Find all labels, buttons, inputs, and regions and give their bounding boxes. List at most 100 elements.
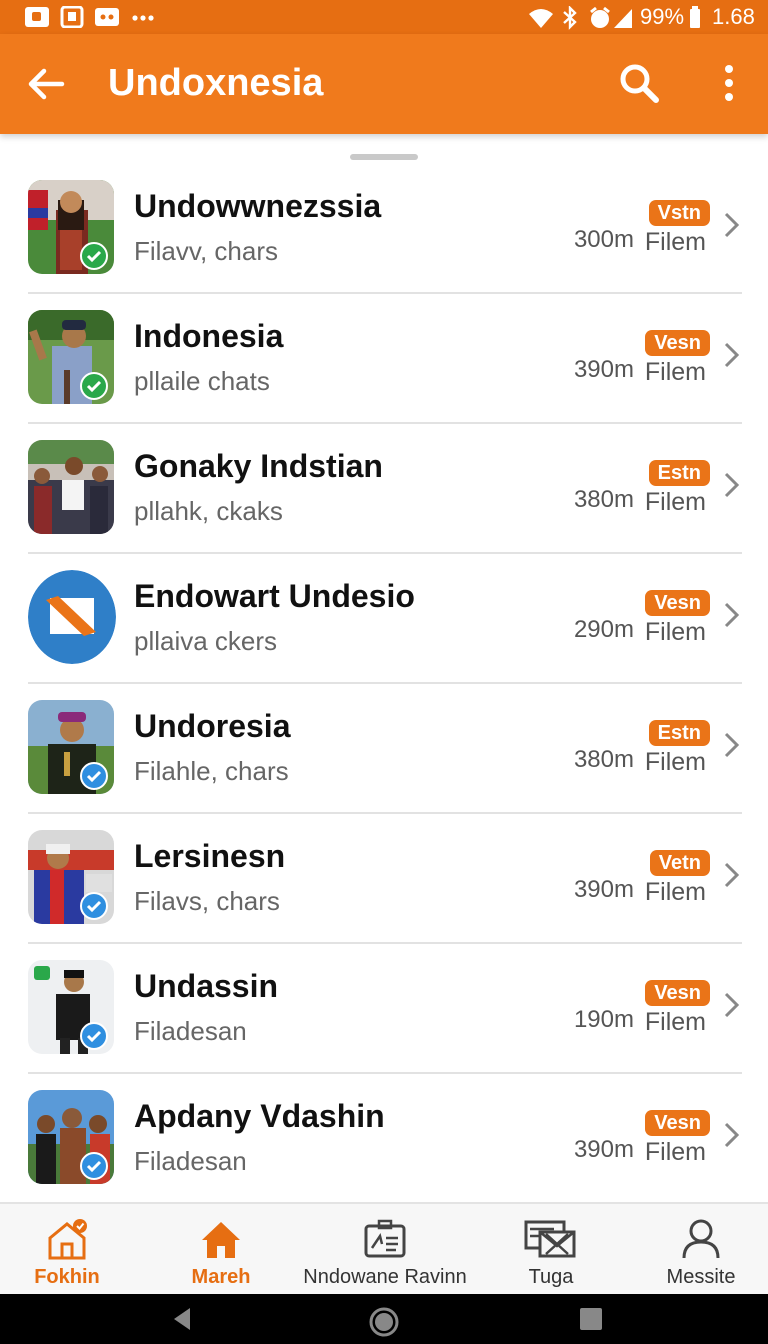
nav-label: Nndowane Ravinn bbox=[303, 1266, 467, 1288]
profile-icon bbox=[682, 1219, 720, 1259]
status-badge: Vesn bbox=[645, 330, 710, 356]
item-meta: Filem bbox=[644, 618, 706, 646]
nav-item-nndowane-ravinn[interactable]: Nndowane Ravinn bbox=[298, 1204, 472, 1296]
status-badge: Vetn bbox=[649, 850, 710, 876]
verified-badge-icon bbox=[80, 892, 108, 920]
more-notifications-icon bbox=[132, 15, 154, 21]
list-item[interactable]: Lersinesn Filavs, chars Vetn 390m Filem bbox=[0, 814, 768, 944]
item-subtitle: pllaile chats bbox=[134, 366, 270, 396]
verified-badge-icon bbox=[80, 762, 108, 790]
system-home-icon[interactable] bbox=[368, 1306, 400, 1338]
chevron-right-icon bbox=[724, 862, 740, 888]
item-meta: Filem bbox=[644, 748, 706, 776]
app-logo-icon bbox=[28, 570, 116, 664]
home-icon bbox=[202, 1222, 240, 1258]
nav-item-fokhin[interactable]: Fokhin bbox=[0, 1204, 134, 1296]
nav-label: Messite bbox=[666, 1266, 736, 1288]
item-subtitle: Filavs, chars bbox=[134, 886, 280, 916]
item-title: Undoresia bbox=[134, 708, 291, 744]
channel-list: Undowwnezssia Filavv, chars Vstn 300m Fi… bbox=[0, 164, 768, 1204]
verified-badge-icon bbox=[80, 1022, 108, 1050]
list-item[interactable]: Gonaky Indstian pllahk, ckaks Estn 380m … bbox=[0, 424, 768, 554]
item-meta: Filem bbox=[644, 1008, 706, 1036]
item-distance: 390m bbox=[573, 356, 634, 383]
notification-clipboard-icon bbox=[60, 6, 84, 28]
mail-icon bbox=[524, 1220, 576, 1258]
system-recents-icon[interactable] bbox=[578, 1306, 604, 1332]
item-title: Gonaky Indstian bbox=[134, 448, 383, 484]
clock: 1.68 bbox=[712, 4, 755, 29]
notification-app-icon bbox=[25, 7, 49, 27]
system-nav-bar bbox=[0, 1294, 768, 1344]
battery-percent: 99% bbox=[640, 4, 685, 29]
verified-badge-icon bbox=[80, 372, 108, 400]
system-back-icon[interactable] bbox=[170, 1306, 194, 1332]
signal-icon bbox=[614, 9, 632, 28]
item-subtitle: Filavv, chars bbox=[134, 236, 278, 266]
item-title: Lersinesn bbox=[134, 838, 286, 874]
item-distance: 390m bbox=[573, 876, 634, 903]
nav-item-tuga[interactable]: Tuga bbox=[484, 1204, 618, 1296]
status-bar: 99% 1.68 bbox=[0, 0, 768, 34]
item-meta: Filem bbox=[644, 1138, 706, 1166]
status-badge: Vesn bbox=[645, 1110, 710, 1136]
item-title: Undassin bbox=[134, 968, 279, 1004]
item-title: Undowwnezssia bbox=[134, 188, 382, 224]
bottom-navigation: Fokhin Mareh Nndowane Ravinn Tuga Messit… bbox=[0, 1202, 768, 1296]
item-distance: 190m bbox=[573, 1006, 634, 1033]
list-item[interactable]: Undoresia Filahle, chars Estn 380m Filem bbox=[0, 684, 768, 814]
nav-label: Fokhin bbox=[34, 1266, 100, 1288]
more-vert-icon[interactable] bbox=[714, 60, 744, 106]
chevron-right-icon bbox=[724, 342, 740, 368]
item-subtitle: Filadesan bbox=[134, 1016, 247, 1046]
item-meta: Filem bbox=[644, 878, 706, 906]
list-item[interactable]: Indonesia pllaile chats Vesn 390m Filem bbox=[0, 294, 768, 424]
list-item[interactable]: Endowart Undesio pllaiva ckers Vesn 290m… bbox=[0, 554, 768, 684]
chevron-right-icon bbox=[724, 992, 740, 1018]
nav-item-messite[interactable]: Messite bbox=[634, 1204, 768, 1296]
home-badge-icon bbox=[48, 1219, 87, 1260]
chevron-right-icon bbox=[724, 602, 740, 628]
back-arrow-icon[interactable] bbox=[24, 62, 68, 106]
item-title: Indonesia bbox=[134, 318, 284, 354]
item-title: Endowart Undesio bbox=[134, 578, 415, 614]
search-icon[interactable] bbox=[616, 60, 662, 106]
status-badge: Vesn bbox=[645, 590, 710, 616]
item-subtitle: Filahle, chars bbox=[134, 756, 289, 786]
list-item[interactable]: Apdany Vdashin Filadesan Vesn 390m Filem bbox=[0, 1074, 768, 1204]
item-meta: Filem bbox=[644, 228, 706, 256]
status-badge: Vstn bbox=[648, 200, 710, 226]
wifi-icon bbox=[529, 9, 553, 28]
alarm-icon bbox=[590, 6, 610, 28]
page-title: Undoxnesia bbox=[108, 62, 324, 104]
item-title: Apdany Vdashin bbox=[134, 1098, 385, 1134]
chevron-right-icon bbox=[724, 472, 740, 498]
list-item[interactable]: Undowwnezssia Filavv, chars Vstn 300m Fi… bbox=[0, 164, 768, 294]
battery-icon bbox=[690, 6, 700, 28]
bluetooth-icon bbox=[563, 6, 577, 30]
drag-handle[interactable] bbox=[350, 154, 418, 160]
item-subtitle: Filadesan bbox=[134, 1146, 247, 1176]
list-item[interactable]: Undassin Filadesan Vesn 190m Filem bbox=[0, 944, 768, 1074]
item-distance: 390m bbox=[573, 1136, 634, 1163]
app-bar: Undoxnesia bbox=[0, 34, 768, 134]
item-distance: 380m bbox=[573, 486, 634, 513]
id-card-icon bbox=[364, 1219, 406, 1258]
status-badge: Estn bbox=[648, 460, 710, 486]
item-meta: Filem bbox=[644, 488, 706, 516]
chevron-right-icon bbox=[724, 1122, 740, 1148]
item-distance: 300m bbox=[573, 226, 634, 253]
nav-label: Tuga bbox=[528, 1266, 574, 1288]
notification-message-icon bbox=[95, 8, 119, 26]
chevron-right-icon bbox=[724, 212, 740, 238]
status-badge: Estn bbox=[648, 720, 710, 746]
item-subtitle: pllaiva ckers bbox=[134, 626, 278, 656]
item-distance: 290m bbox=[573, 616, 634, 643]
item-meta: Filem bbox=[644, 358, 706, 386]
nav-item-mareh[interactable]: Mareh bbox=[154, 1204, 288, 1296]
chevron-right-icon bbox=[724, 732, 740, 758]
status-badge: Vesn bbox=[645, 980, 710, 1006]
nav-label: Mareh bbox=[191, 1266, 251, 1288]
avatar bbox=[28, 440, 114, 534]
item-subtitle: pllahk, ckaks bbox=[134, 496, 283, 526]
